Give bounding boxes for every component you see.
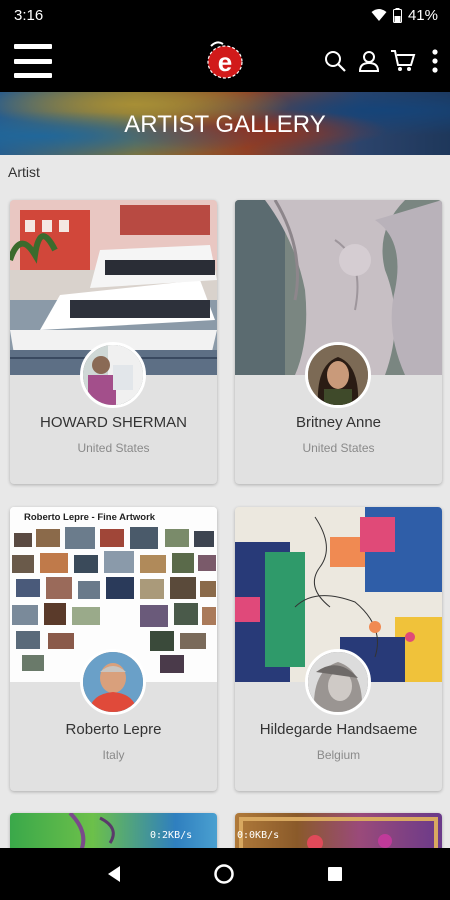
app-bar: e bbox=[0, 30, 450, 92]
artist-name: HOWARD SHERMAN bbox=[40, 414, 187, 431]
artwork-image: 0:2KB/s bbox=[10, 813, 217, 853]
page-title: ARTIST GALLERY bbox=[124, 111, 326, 138]
artist-country: Belgium bbox=[316, 748, 361, 762]
artist-country: United States bbox=[77, 441, 150, 455]
menu-bar-line bbox=[14, 44, 52, 49]
artist-name: Hildegarde Handsaeme bbox=[259, 721, 418, 738]
artist-card[interactable]: Britney Anne United States bbox=[235, 200, 442, 484]
artist-card[interactable]: HOWARD SHERMAN United States bbox=[10, 200, 217, 484]
artist-card[interactable]: Roberto Lepre - Fine Artwork Roberto Lep… bbox=[10, 507, 217, 791]
search-icon bbox=[325, 51, 346, 72]
logo-letter: e bbox=[218, 47, 232, 77]
battery-icon bbox=[392, 7, 402, 23]
back-icon[interactable] bbox=[106, 865, 122, 883]
artwork-caption: Roberto Lepre - Fine Artwork bbox=[24, 512, 156, 523]
artist-card[interactable]: Hildegarde Handsaeme Belgium bbox=[235, 507, 442, 791]
status-bar: 3:16 41% bbox=[0, 0, 450, 30]
home-icon[interactable] bbox=[213, 863, 235, 885]
menu-button[interactable] bbox=[14, 44, 52, 78]
overflow-menu-button[interactable] bbox=[420, 44, 450, 78]
artwork-image: 0:0KB/s bbox=[235, 813, 442, 853]
account-button[interactable] bbox=[352, 44, 386, 78]
search-button[interactable] bbox=[318, 44, 352, 78]
avatar bbox=[305, 342, 371, 408]
wifi-icon bbox=[371, 9, 387, 21]
system-nav-bar bbox=[0, 848, 450, 900]
recents-icon[interactable] bbox=[326, 865, 344, 883]
status-icons: 41% bbox=[371, 7, 438, 24]
user-icon bbox=[358, 51, 380, 72]
avatar bbox=[80, 649, 146, 715]
hero-banner: ARTIST GALLERY bbox=[0, 92, 450, 155]
network-speed: 0:0KB/s bbox=[237, 830, 280, 841]
cart-button[interactable] bbox=[386, 44, 420, 78]
network-speed: 0:2KB/s bbox=[150, 830, 193, 841]
artist-country: Italy bbox=[102, 748, 125, 762]
menu-bar-line bbox=[14, 58, 52, 64]
artist-name: Britney Anne bbox=[295, 414, 382, 431]
toolbar-actions bbox=[318, 30, 450, 92]
artist-name: Roberto Lepre bbox=[65, 721, 162, 738]
avatar bbox=[80, 342, 146, 408]
artist-card[interactable]: 0:0KB/s bbox=[235, 813, 442, 853]
section-label: Artist bbox=[8, 164, 40, 180]
more-vert-icon bbox=[432, 49, 438, 73]
artist-card[interactable]: 0:2KB/s bbox=[10, 813, 217, 853]
battery-level: 41% bbox=[407, 6, 438, 24]
app-logo[interactable]: e bbox=[205, 38, 245, 82]
cart-icon bbox=[391, 50, 416, 71]
status-time: 3:16 bbox=[14, 6, 44, 24]
artist-country: United States bbox=[302, 441, 375, 455]
menu-bar-line bbox=[14, 73, 52, 78]
avatar bbox=[305, 649, 371, 715]
